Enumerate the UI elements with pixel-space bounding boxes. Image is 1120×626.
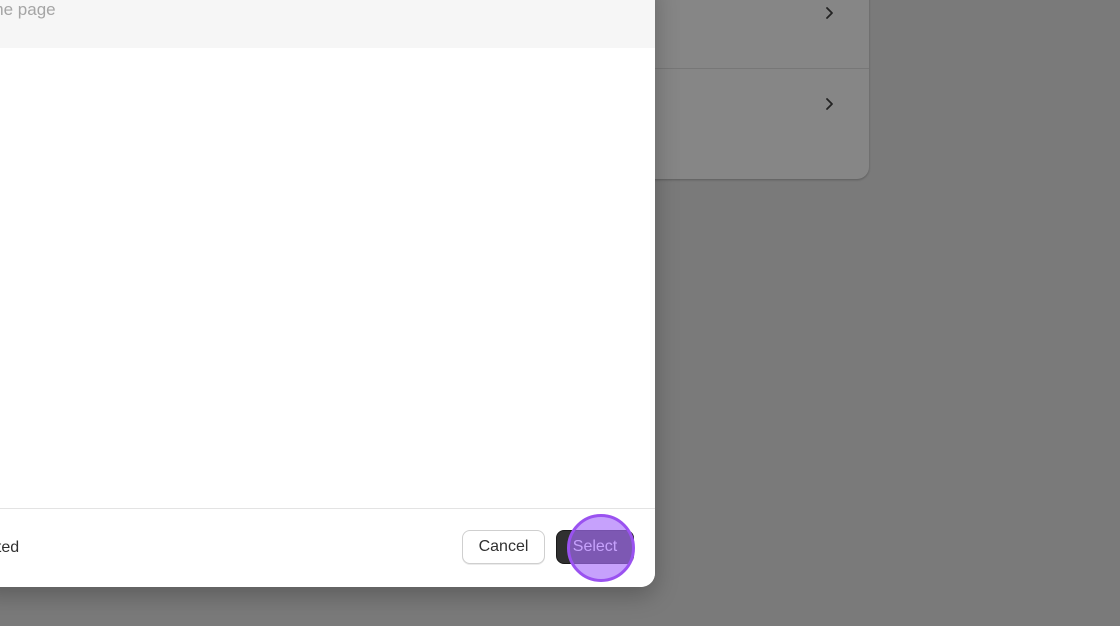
selection-status: ected <box>0 539 20 556</box>
picker-modal: ome page ected Cancel Select <box>0 0 655 587</box>
chevron-right-icon <box>826 7 833 19</box>
results-list <box>0 48 655 508</box>
chevron-right-icon <box>826 98 833 110</box>
search-bar[interactable]: ome page <box>0 0 655 48</box>
modal-footer: ected Cancel Select <box>0 508 655 587</box>
select-button[interactable]: Select <box>556 530 634 564</box>
search-input-placeholder[interactable]: ome page <box>0 0 56 20</box>
cancel-button[interactable]: Cancel <box>462 530 545 564</box>
